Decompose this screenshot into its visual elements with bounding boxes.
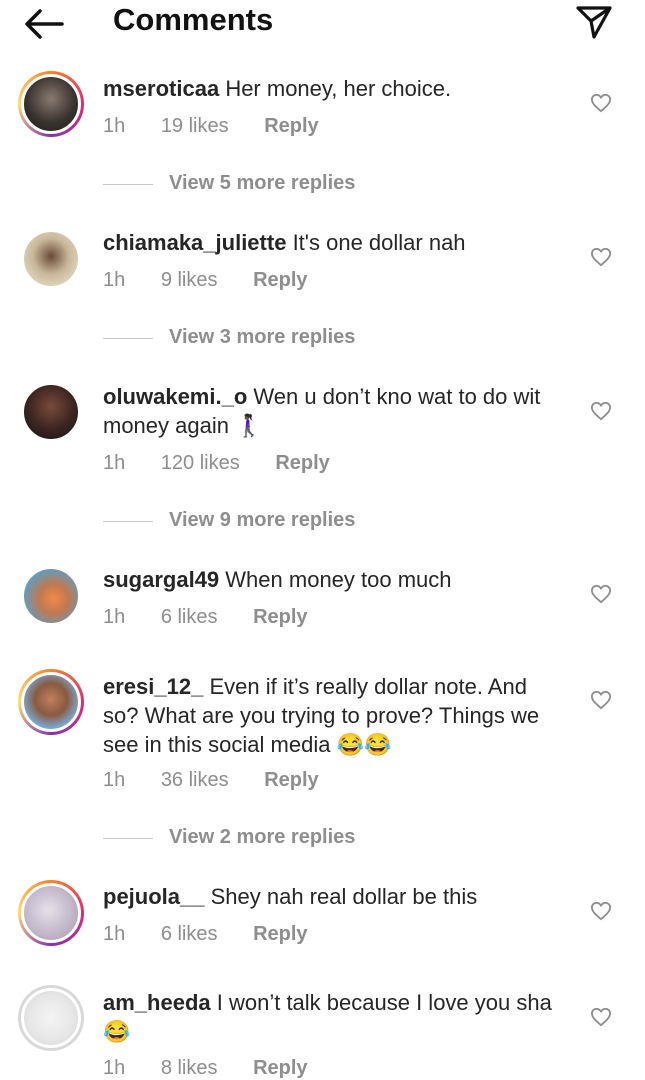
view-more-replies-label[interactable]: View 5 more replies [169, 172, 355, 195]
header: Comments [0, 0, 645, 48]
paper-plane-icon[interactable] [574, 4, 614, 40]
comment-meta: 1h 8 likes Reply [103, 1057, 338, 1080]
comment-likes[interactable]: 6 likes [161, 923, 218, 945]
reply-button[interactable]: Reply [253, 606, 307, 628]
divider-line [103, 521, 153, 522]
avatar[interactable] [18, 669, 84, 735]
avatar[interactable] [18, 226, 84, 292]
comment-text: oluwakemi._o Wen u don’t kno wat to do w… [103, 382, 563, 440]
comment-body: When money too much [225, 567, 452, 592]
comment-username[interactable]: am_heeda [103, 990, 211, 1015]
divider-line [103, 338, 153, 339]
page-title: Comments [113, 2, 274, 37]
reply-button[interactable]: Reply [275, 452, 329, 474]
comment-username[interactable]: chiamaka_juliette [103, 230, 286, 255]
comment-username[interactable]: mseroticaa [103, 76, 219, 101]
comment-time: 1h [103, 606, 126, 628]
comment-meta: 1h 120 likes Reply [103, 452, 360, 475]
divider-line [103, 838, 153, 839]
heart-icon[interactable] [590, 584, 612, 604]
divider-line [103, 184, 153, 185]
avatar[interactable] [18, 985, 84, 1051]
reply-button[interactable]: Reply [253, 269, 307, 291]
comment-likes[interactable]: 120 likes [161, 452, 240, 474]
view-more-replies-label[interactable]: View 3 more replies [169, 326, 355, 349]
comment-time: 1h [103, 115, 126, 137]
comment-text: pejuola__ Shey nah real dollar be this [103, 882, 563, 911]
comment-likes[interactable]: 19 likes [161, 115, 229, 137]
comment-username[interactable]: sugargal49 [103, 567, 219, 592]
comment-body: Shey nah real dollar be this [210, 884, 478, 909]
heart-icon[interactable] [590, 247, 612, 267]
heart-icon[interactable] [590, 901, 612, 921]
comment-meta: 1h 6 likes Reply [103, 923, 338, 946]
comment-text: chiamaka_juliette It's one dollar nah [103, 228, 563, 257]
reply-button[interactable]: Reply [264, 769, 318, 791]
comment-text: am_heeda I won’t talk because I love you… [103, 988, 563, 1046]
comment-body: It's one dollar nah [292, 230, 466, 255]
comment-meta: 1h 19 likes Reply [103, 115, 349, 138]
comment-username[interactable]: oluwakemi._o [103, 384, 247, 409]
comment-time: 1h [103, 769, 126, 791]
comment-time: 1h [103, 1057, 126, 1079]
comment-time: 1h [103, 923, 126, 945]
heart-icon[interactable] [590, 1007, 612, 1027]
comment-meta: 1h 9 likes Reply [103, 269, 338, 292]
comment-likes[interactable]: 9 likes [161, 269, 218, 291]
avatar[interactable] [18, 563, 84, 629]
avatar[interactable] [18, 880, 84, 946]
comment-time: 1h [103, 269, 126, 291]
heart-icon[interactable] [590, 93, 612, 113]
reply-button[interactable]: Reply [253, 1057, 307, 1079]
view-more-replies-label[interactable]: View 9 more replies [169, 509, 355, 532]
comment-text: eresi_12_ Even if it’s really dollar not… [103, 672, 563, 759]
comment-meta: 1h 36 likes Reply [103, 769, 349, 792]
reply-button[interactable]: Reply [264, 115, 318, 137]
heart-icon[interactable] [590, 690, 612, 710]
comment-time: 1h [103, 452, 126, 474]
comment-meta: 1h 6 likes Reply [103, 606, 338, 629]
comment-likes[interactable]: 36 likes [161, 769, 229, 791]
comment-username[interactable]: pejuola__ [103, 884, 204, 909]
comment-likes[interactable]: 8 likes [161, 1057, 218, 1079]
heart-icon[interactable] [590, 401, 612, 421]
comment-username[interactable]: eresi_12_ [103, 674, 203, 699]
comment-body: Her money, her choice. [225, 76, 452, 101]
comment-text: sugargal49 When money too much [103, 565, 563, 594]
comment-likes[interactable]: 6 likes [161, 606, 218, 628]
avatar[interactable] [18, 379, 84, 445]
view-more-replies-label[interactable]: View 2 more replies [169, 826, 355, 849]
avatar[interactable] [18, 71, 84, 137]
arrow-left-icon[interactable] [22, 6, 66, 42]
comment-text: mseroticaa Her money, her choice. [103, 74, 563, 103]
reply-button[interactable]: Reply [253, 923, 307, 945]
